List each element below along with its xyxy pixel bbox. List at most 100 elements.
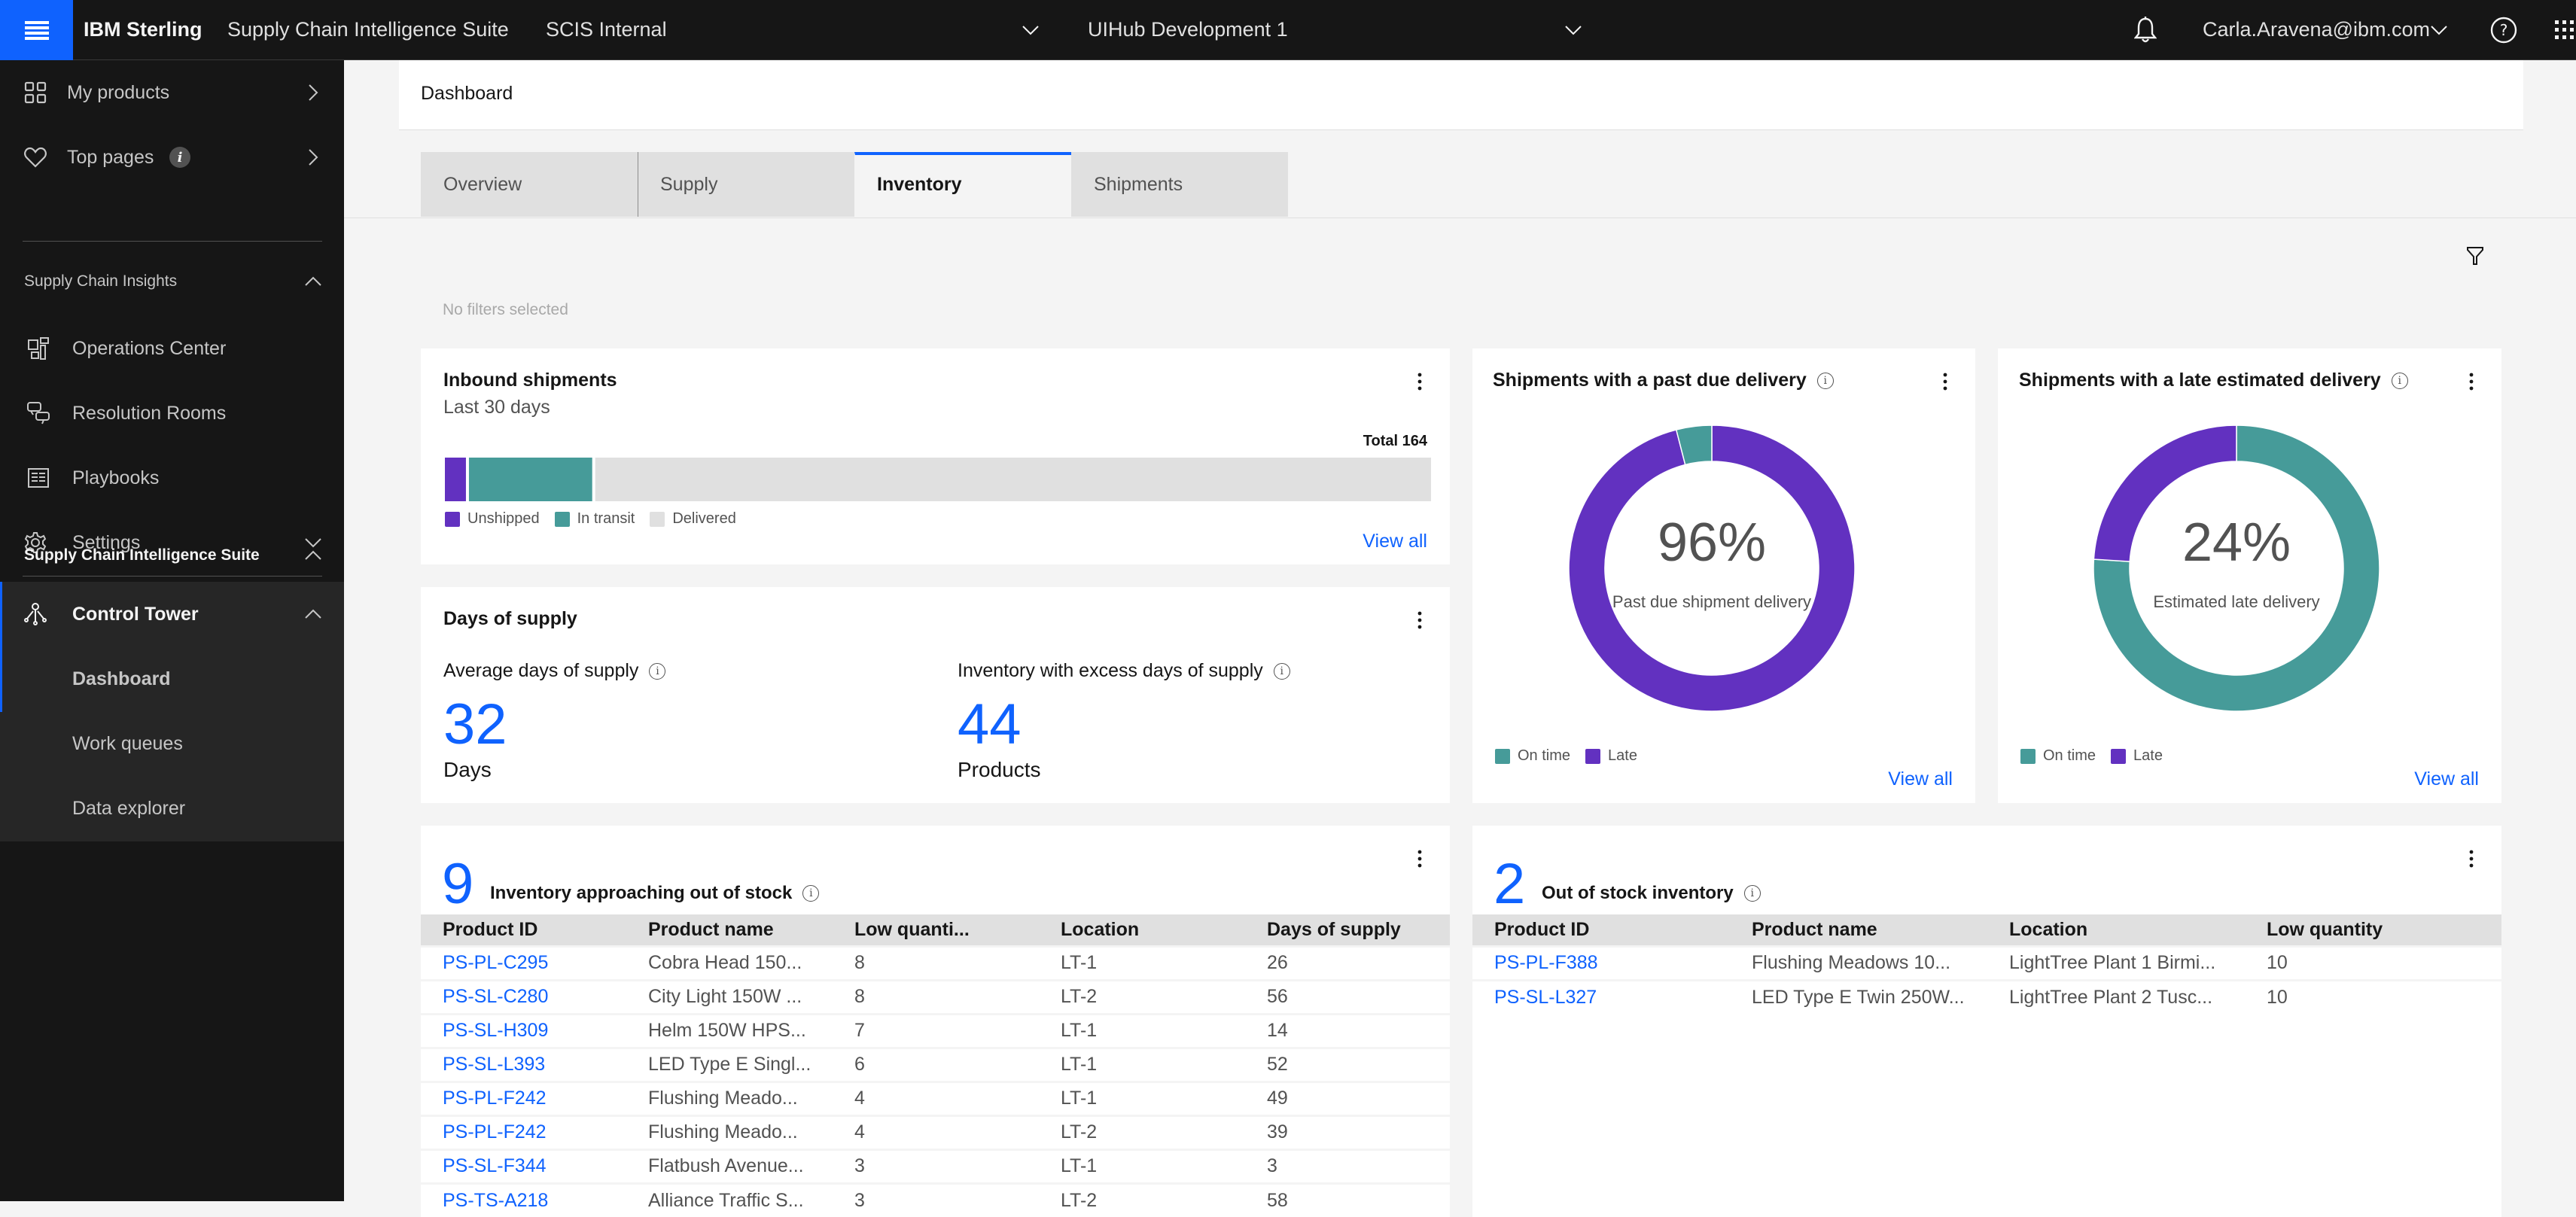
sidebar-item-operations-center[interactable]: Operations Center: [0, 316, 344, 381]
sidebar-section-scis[interactable]: Supply Chain Intelligence Suite: [0, 529, 344, 582]
column-header[interactable]: Low quanti...: [833, 914, 1039, 946]
product-id-link[interactable]: PS-PL-F388: [1472, 945, 1730, 980]
sidebar-item-data-explorer[interactable]: Data explorer: [0, 776, 344, 841]
info-icon[interactable]: i: [802, 885, 820, 902]
env-selector[interactable]: UIHub Development 1: [1088, 0, 1288, 60]
table-cell: City Light 150W ...: [626, 978, 833, 1014]
breadcrumb: Dashboard: [399, 60, 2523, 130]
out-of-stock-card: 2 Out of stock inventory i Product ID Prod…: [1472, 826, 2501, 1217]
overflow-menu-button[interactable]: [2462, 367, 2480, 397]
overflow-menu-button[interactable]: [2462, 844, 2480, 874]
bar-segment-in-transit[interactable]: [468, 458, 592, 501]
column-header[interactable]: Product ID: [1472, 914, 1730, 946]
inbound-legend: Unshipped In transit Delivered: [445, 510, 751, 528]
info-icon[interactable]: i: [1273, 662, 1290, 680]
tab-inventory[interactable]: Inventory: [854, 152, 1071, 217]
user-menu[interactable]: Carla.Aravena@ibm.com: [2203, 0, 2430, 60]
total-label: Total 164: [1363, 433, 1427, 449]
column-header[interactable]: Product ID: [421, 914, 626, 946]
column-header[interactable]: Product name: [626, 914, 833, 946]
table-title-text: Out of stock inventory: [1542, 883, 1734, 903]
bar-segment-unshipped[interactable]: [445, 458, 466, 501]
legend-label: Late: [1608, 747, 1637, 764]
tab-supply[interactable]: Supply: [638, 152, 854, 217]
table-cell: Flushing Meadows 10...: [1730, 945, 1987, 980]
brand-name[interactable]: IBM Sterling: [84, 0, 202, 60]
info-icon[interactable]: i: [649, 662, 666, 680]
sidebar-item-dashboard[interactable]: Dashboard: [0, 647, 344, 711]
legend-item-on-time: On time: [2020, 747, 2096, 765]
table-cell: 3: [833, 1182, 1039, 1217]
table-cell: 58: [1245, 1182, 1450, 1217]
network-icon: [23, 601, 48, 627]
menu-button[interactable]: [0, 0, 73, 60]
overflow-menu-icon: [2469, 850, 2474, 868]
product-id-link[interactable]: PS-PL-F242: [421, 1114, 626, 1149]
product-id-link[interactable]: PS-TS-A218: [421, 1182, 626, 1217]
legend-label: On time: [1518, 747, 1571, 764]
sidebar-item-label: Control Tower: [72, 603, 199, 625]
chevron-up-icon: [305, 606, 321, 622]
sidebar-item-work-queues[interactable]: Work queues: [0, 711, 344, 776]
product-id-link[interactable]: PS-SL-L393: [421, 1046, 626, 1082]
chevron-right-icon: [305, 149, 321, 166]
info-icon[interactable]: i: [2391, 372, 2408, 389]
sidebar-section-supply-chain-insights[interactable]: Supply Chain Insights: [0, 255, 344, 308]
product-id-link[interactable]: PS-SL-F344: [421, 1148, 626, 1183]
column-header[interactable]: Location: [1039, 914, 1245, 946]
product-id-link[interactable]: PS-PL-F242: [421, 1080, 626, 1115]
help-button[interactable]: ?: [2489, 15, 2519, 45]
product-id-link[interactable]: PS-PL-C295: [421, 945, 626, 980]
view-all-link[interactable]: View all: [2414, 768, 2479, 790]
table-row: PS-SL-H309 Helm 150W HPS... 7 LT-1 14: [421, 1012, 1450, 1048]
app-switcher-button[interactable]: [2553, 15, 2576, 45]
column-header[interactable]: Low quantity: [2245, 914, 2501, 946]
product-id-link[interactable]: PS-SL-C280: [421, 978, 626, 1014]
tab-overview[interactable]: Overview: [421, 152, 638, 217]
overflow-menu-icon: [1417, 850, 1422, 868]
sidebar-item-my-products[interactable]: My products: [0, 60, 344, 125]
overflow-menu-button[interactable]: [1936, 367, 1954, 397]
column-header[interactable]: Location: [1987, 914, 2245, 946]
product-id-link[interactable]: PS-SL-H309: [421, 1012, 626, 1048]
donut-center-value: 24%: [2182, 513, 2291, 573]
overflow-menu-button[interactable]: [1411, 367, 1429, 397]
info-badge-icon[interactable]: i: [169, 147, 190, 168]
view-all-link[interactable]: View all: [1888, 768, 1953, 790]
notifications-button[interactable]: [2130, 15, 2160, 45]
tab-shipments[interactable]: Shipments: [1071, 152, 1288, 217]
sidebar-item-label: Data explorer: [72, 797, 186, 819]
info-icon[interactable]: i: [1816, 372, 1834, 389]
filter-button[interactable]: [2462, 242, 2489, 269]
sidebar-item-top-pages[interactable]: Top pages i: [0, 125, 344, 190]
env-selector-dropdown[interactable]: [1558, 15, 1588, 45]
info-icon[interactable]: i: [1743, 885, 1761, 902]
bar-segment-delivered[interactable]: [595, 458, 1431, 501]
column-header[interactable]: Days of supply: [1245, 914, 1450, 946]
table-row: PS-PL-F242 Flushing Meado... 4 LT-1 49: [421, 1080, 1450, 1115]
user-menu-dropdown[interactable]: [2424, 15, 2454, 45]
chevron-right-icon: [305, 84, 321, 101]
column-header[interactable]: Product name: [1730, 914, 1987, 946]
sidebar-item-resolution-rooms[interactable]: Resolution Rooms: [0, 381, 344, 446]
breadcrumb-current: Dashboard: [421, 83, 513, 104]
donut-legend: On time Late: [2020, 747, 2178, 765]
sidebar-item-label: Playbooks: [72, 467, 160, 488]
sidebar-item-playbooks[interactable]: Playbooks: [0, 446, 344, 510]
legend-swatch: [554, 511, 570, 527]
org-selector-dropdown[interactable]: [1015, 15, 1046, 45]
legend-label: On time: [2043, 747, 2096, 764]
overflow-menu-button[interactable]: [1411, 605, 1429, 635]
org-selector[interactable]: SCIS Internal: [546, 0, 667, 60]
heart-icon: [23, 145, 48, 170]
product-id-link[interactable]: PS-SL-L327: [1472, 978, 1730, 1014]
tab-label: Overview: [443, 174, 522, 195]
table-row: PS-PL-F388 Flushing Meadows 10... LightTre…: [1472, 945, 2501, 980]
chevron-up-icon: [305, 273, 321, 290]
overflow-menu-button[interactable]: [1411, 844, 1429, 874]
tab-label: Shipments: [1094, 174, 1183, 195]
sidebar-item-control-tower[interactable]: Control Tower: [0, 582, 344, 647]
legend-label: Unshipped: [467, 510, 540, 527]
view-all-link[interactable]: View all: [1363, 531, 1427, 552]
table-cell: LT-1: [1039, 1080, 1245, 1115]
